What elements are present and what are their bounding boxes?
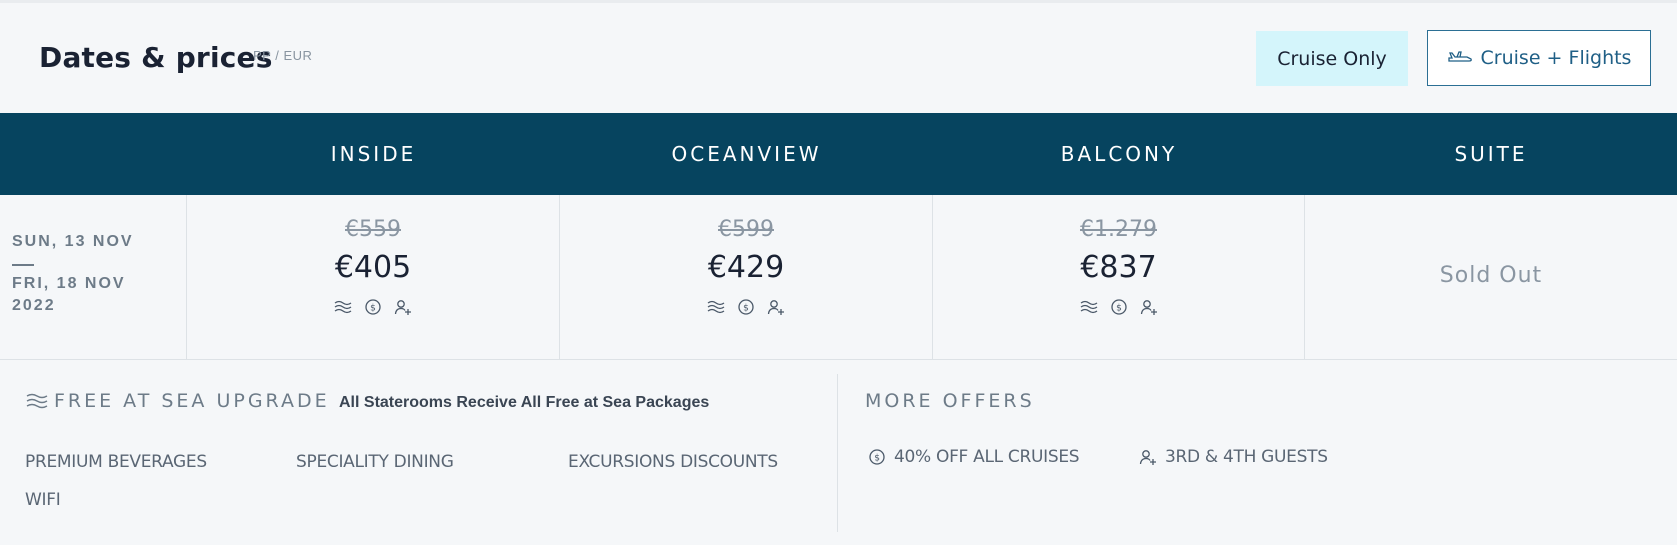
dollar-coin-icon: $ — [738, 299, 754, 315]
perk-item: EXCURSIONS DISCOUNTS — [568, 452, 778, 472]
svg-text:$: $ — [370, 304, 376, 314]
stateroom-header-row: INSIDE OCEANVIEW BALCONY SUITE — [0, 113, 1677, 195]
column-balcony: BALCONY — [1060, 142, 1178, 166]
free-at-sea-panel: FREE AT SEA UPGRADE All Staterooms Recei… — [0, 374, 838, 532]
discounted-price: €429 — [707, 250, 785, 285]
offer-item: 3RD & 4TH GUESTS — [1139, 447, 1328, 467]
column-inside: INSIDE — [330, 142, 417, 166]
dates-prices-header: Dates & prices PP / EUR Cruise Only Crui… — [0, 3, 1677, 113]
date-year: 2022 — [12, 297, 56, 314]
waves-icon — [707, 300, 725, 314]
cruise-flights-label: Cruise + Flights — [1480, 47, 1632, 69]
svg-text:$: $ — [743, 304, 749, 314]
date-end: FRI, 18 NOV — [12, 275, 126, 292]
original-price: €1.279 — [1080, 217, 1157, 242]
offer-icons: $ — [560, 298, 932, 316]
price-cell-oceanview[interactable]: €599 €429 $ — [560, 195, 933, 360]
cruise-flights-button[interactable]: Cruise + Flights — [1427, 30, 1651, 86]
free-at-sea-description: All Staterooms Receive All Free at Sea P… — [339, 394, 710, 411]
waves-icon — [1080, 300, 1097, 314]
currency-label: PP / EUR — [253, 48, 313, 63]
offer-icons: $ — [187, 298, 559, 316]
perk-item: PREMIUM BEVERAGES — [25, 452, 207, 472]
column-oceanview: OCEANVIEW — [671, 142, 822, 166]
more-offers-title: MORE OFFERS — [865, 390, 1035, 412]
dollar-coin-icon: $ — [869, 449, 885, 465]
plane-icon — [1447, 51, 1472, 62]
sailing-dates: SUN, 13 NOV FRI, 18 NOV 2022 — [0, 195, 187, 360]
price-cell-balcony[interactable]: €1.279 €837 $ — [933, 195, 1305, 360]
free-at-sea-heading: FREE AT SEA UPGRADE — [26, 390, 330, 412]
sold-out-label: Sold Out — [1439, 263, 1543, 288]
discounted-price: €405 — [334, 250, 412, 285]
date-start: SUN, 13 NOV — [12, 233, 134, 250]
free-at-sea-title: FREE AT SEA UPGRADE — [54, 390, 330, 412]
price-cell-inside[interactable]: €559 €405 $ — [187, 195, 560, 360]
add-guest-icon — [767, 300, 784, 315]
original-price: €599 — [718, 217, 774, 242]
dollar-coin-icon: $ — [1110, 299, 1127, 315]
dollar-coin-icon: $ — [365, 299, 381, 315]
cruise-only-button[interactable]: Cruise Only — [1256, 31, 1408, 86]
svg-text:$: $ — [874, 454, 879, 464]
offer-icons: $ — [933, 298, 1304, 316]
discounted-price: €837 — [1080, 250, 1157, 285]
waves-icon — [26, 393, 48, 409]
offer-label: 40% OFF ALL CRUISES — [894, 447, 1080, 467]
more-offers-panel: MORE OFFERS $ 40% OFF ALL CRUISES 3RD & … — [838, 374, 1677, 532]
original-price: €559 — [345, 217, 401, 242]
perk-item: SPECIALITY DINING — [296, 452, 454, 472]
page-title: Dates & prices — [39, 41, 273, 74]
offer-label: 3RD & 4TH GUESTS — [1165, 447, 1328, 467]
price-cell-suite: Sold Out — [1305, 195, 1677, 360]
date-separator — [12, 264, 34, 266]
svg-text:$: $ — [1116, 304, 1122, 314]
table-row: SUN, 13 NOV FRI, 18 NOV 2022 €559 €405 $… — [0, 195, 1677, 360]
add-guest-icon — [1140, 300, 1157, 315]
waves-icon — [334, 300, 352, 314]
add-guest-icon — [1139, 450, 1156, 465]
offer-item: $ 40% OFF ALL CRUISES — [868, 447, 1080, 467]
column-suite: SUITE — [1454, 142, 1528, 166]
add-guest-icon — [394, 300, 411, 315]
perk-item: WIFI — [25, 490, 61, 510]
